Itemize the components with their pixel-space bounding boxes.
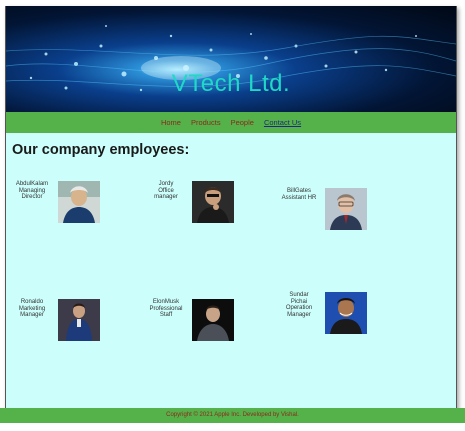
header-banner: VTech Ltd. bbox=[6, 6, 456, 112]
employee-caption: Ronaldo Marketing Manager bbox=[12, 299, 52, 319]
employee-role: Manager bbox=[287, 311, 311, 318]
employee-caption: Jordy Office manager bbox=[146, 181, 186, 201]
employee-role: Assistant HR bbox=[281, 194, 317, 201]
footer-bar: Copyright © 2021 Apple Inc. Developed by… bbox=[0, 408, 465, 423]
employee-card: Ronaldo Marketing Manager bbox=[12, 299, 100, 341]
nav-link-people[interactable]: People bbox=[231, 118, 254, 127]
employee-role: manager bbox=[154, 194, 178, 200]
employee-photo bbox=[192, 299, 234, 341]
employee-photo bbox=[58, 181, 100, 223]
employee-card: Jordy Office manager bbox=[146, 181, 234, 223]
employee-caption: Sundar Pichai Operation Manager bbox=[279, 292, 319, 318]
page-container: VTech Ltd. Home Products People Contact … bbox=[5, 6, 457, 410]
employee-role: Director bbox=[21, 194, 43, 200]
nav-link-home[interactable]: Home bbox=[161, 118, 181, 127]
employee-photo bbox=[192, 181, 234, 223]
employee-role: Staff bbox=[159, 312, 173, 318]
employee-caption: ElonMusk Professional Staff bbox=[146, 299, 186, 319]
employee-photo bbox=[325, 188, 367, 230]
employee-role: Manager bbox=[20, 312, 44, 318]
employee-photo bbox=[325, 292, 367, 334]
nav-link-products[interactable]: Products bbox=[191, 118, 221, 127]
employee-caption: BillGates Assistant HR bbox=[279, 188, 319, 201]
brand-title: VTech Ltd. bbox=[171, 70, 291, 97]
nav-link-contact-us[interactable]: Contact Us bbox=[264, 118, 301, 127]
employee-card: AbdulKalam Managing Director bbox=[12, 181, 100, 223]
footer-copyright: Copyright © 2021 Apple Inc. Developed by… bbox=[166, 412, 299, 418]
employee-photo bbox=[58, 299, 100, 341]
employee-card: ElonMusk Professional Staff bbox=[146, 299, 234, 341]
employee-card: BillGates Assistant HR bbox=[279, 188, 367, 230]
employee-name: AbdulKalam bbox=[15, 181, 49, 187]
employee-card: Sundar Pichai Operation Manager bbox=[279, 292, 367, 334]
nav-bar: Home Products People Contact Us bbox=[6, 112, 456, 133]
page-heading: Our company employees: bbox=[12, 142, 190, 158]
employee-caption: AbdulKalam Managing Director bbox=[12, 181, 52, 201]
